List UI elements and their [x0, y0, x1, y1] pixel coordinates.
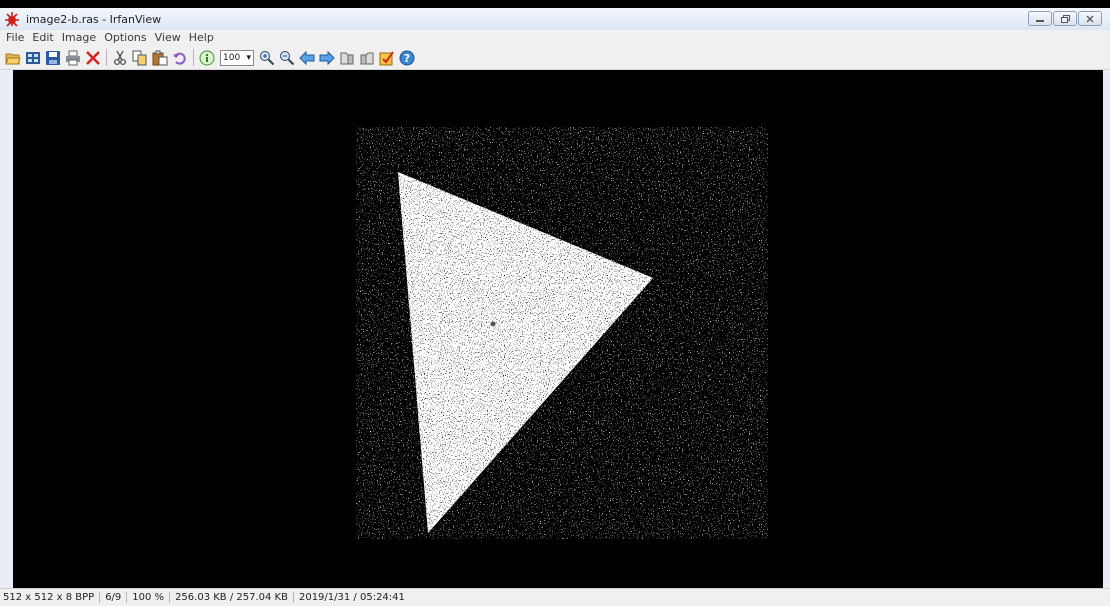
chevron-down-icon: ▾ — [246, 52, 251, 63]
slideshow-prev-button[interactable] — [338, 49, 356, 67]
print-button[interactable] — [64, 49, 82, 67]
menu-help[interactable]: Help — [185, 31, 218, 44]
next-button[interactable] — [318, 49, 336, 67]
paste-icon — [152, 50, 168, 65]
minimize-icon — [1036, 19, 1044, 22]
menu-view[interactable]: View — [151, 31, 185, 44]
previous-button[interactable] — [298, 49, 316, 67]
status-bar: 512 x 512 x 8 BPP 6/9 100 % 256.03 KB / … — [0, 588, 1110, 606]
svg-text:?: ? — [404, 52, 410, 65]
toolbar-separator — [106, 49, 107, 66]
top-edge — [0, 0, 1110, 8]
displayed-image — [356, 127, 768, 539]
zoom-in-icon — [260, 50, 275, 65]
cut-button[interactable] — [111, 49, 129, 67]
undo-button[interactable] — [171, 49, 189, 67]
menu-bar: File Edit Image Options View Help — [0, 30, 1110, 45]
edit-button[interactable] — [378, 49, 396, 67]
restore-button[interactable] — [1053, 11, 1077, 26]
open-folder-icon — [5, 53, 21, 64]
zoom-out-button[interactable] — [278, 49, 296, 67]
status-dimensions: 512 x 512 x 8 BPP — [0, 592, 101, 603]
toolbar-separator — [193, 49, 194, 66]
next-icon — [319, 50, 335, 65]
status-file-index: 6/9 — [100, 592, 128, 603]
zoom-out-icon — [280, 50, 295, 65]
zoom-in-button[interactable] — [258, 49, 276, 67]
previous-icon — [299, 50, 315, 65]
slideshow-prev-icon — [340, 52, 354, 64]
center-marker — [490, 321, 496, 327]
restore-icon — [1060, 14, 1070, 23]
open-button[interactable] — [4, 49, 22, 67]
paste-button[interactable] — [151, 49, 169, 67]
info-icon — [199, 50, 215, 65]
print-icon — [66, 50, 80, 65]
window-controls — [1028, 11, 1102, 26]
zoom-value: 100 — [223, 52, 241, 63]
title-bar[interactable]: image2-b.ras - IrfanView — [0, 8, 1110, 30]
help-button[interactable]: ? — [398, 49, 416, 67]
slideshow-next-button[interactable] — [358, 49, 376, 67]
copy-button[interactable] — [131, 49, 149, 67]
undo-icon — [173, 52, 186, 65]
menu-options[interactable]: Options — [100, 31, 150, 44]
menu-image[interactable]: Image — [58, 31, 100, 44]
irfanview-logo-icon — [4, 11, 20, 27]
status-zoom: 100 % — [127, 592, 171, 603]
save-icon — [46, 50, 60, 65]
minimize-button[interactable] — [1028, 11, 1052, 26]
thumbnails-button[interactable] — [24, 49, 42, 67]
edit-icon — [379, 50, 394, 65]
noisy-triangle-image — [356, 127, 768, 539]
irfanview-window: image2-b.ras - IrfanView File Edit Image… — [0, 8, 1110, 606]
zoom-select[interactable]: 100 ▾ — [220, 49, 254, 66]
delete-button[interactable] — [84, 49, 102, 67]
slideshow-next-icon — [360, 52, 374, 64]
copy-icon — [132, 50, 147, 65]
help-icon: ? — [399, 50, 415, 65]
window-title: image2-b.ras - IrfanView — [26, 12, 162, 26]
close-icon — [1086, 15, 1094, 22]
thumbnails-icon — [26, 51, 40, 64]
close-button[interactable] — [1078, 11, 1102, 26]
delete-icon — [86, 50, 100, 65]
menu-file[interactable]: File — [0, 31, 28, 44]
image-viewport[interactable] — [13, 70, 1103, 588]
toolbar: 100 ▾ ? — [0, 46, 1110, 70]
cut-icon — [113, 50, 127, 65]
info-button[interactable] — [198, 49, 216, 67]
status-datetime: 2019/1/31 / 05:24:41 — [298, 592, 405, 603]
save-button[interactable] — [44, 49, 62, 67]
menu-edit[interactable]: Edit — [28, 31, 57, 44]
status-file-size: 256.03 KB / 257.04 KB — [170, 592, 294, 603]
